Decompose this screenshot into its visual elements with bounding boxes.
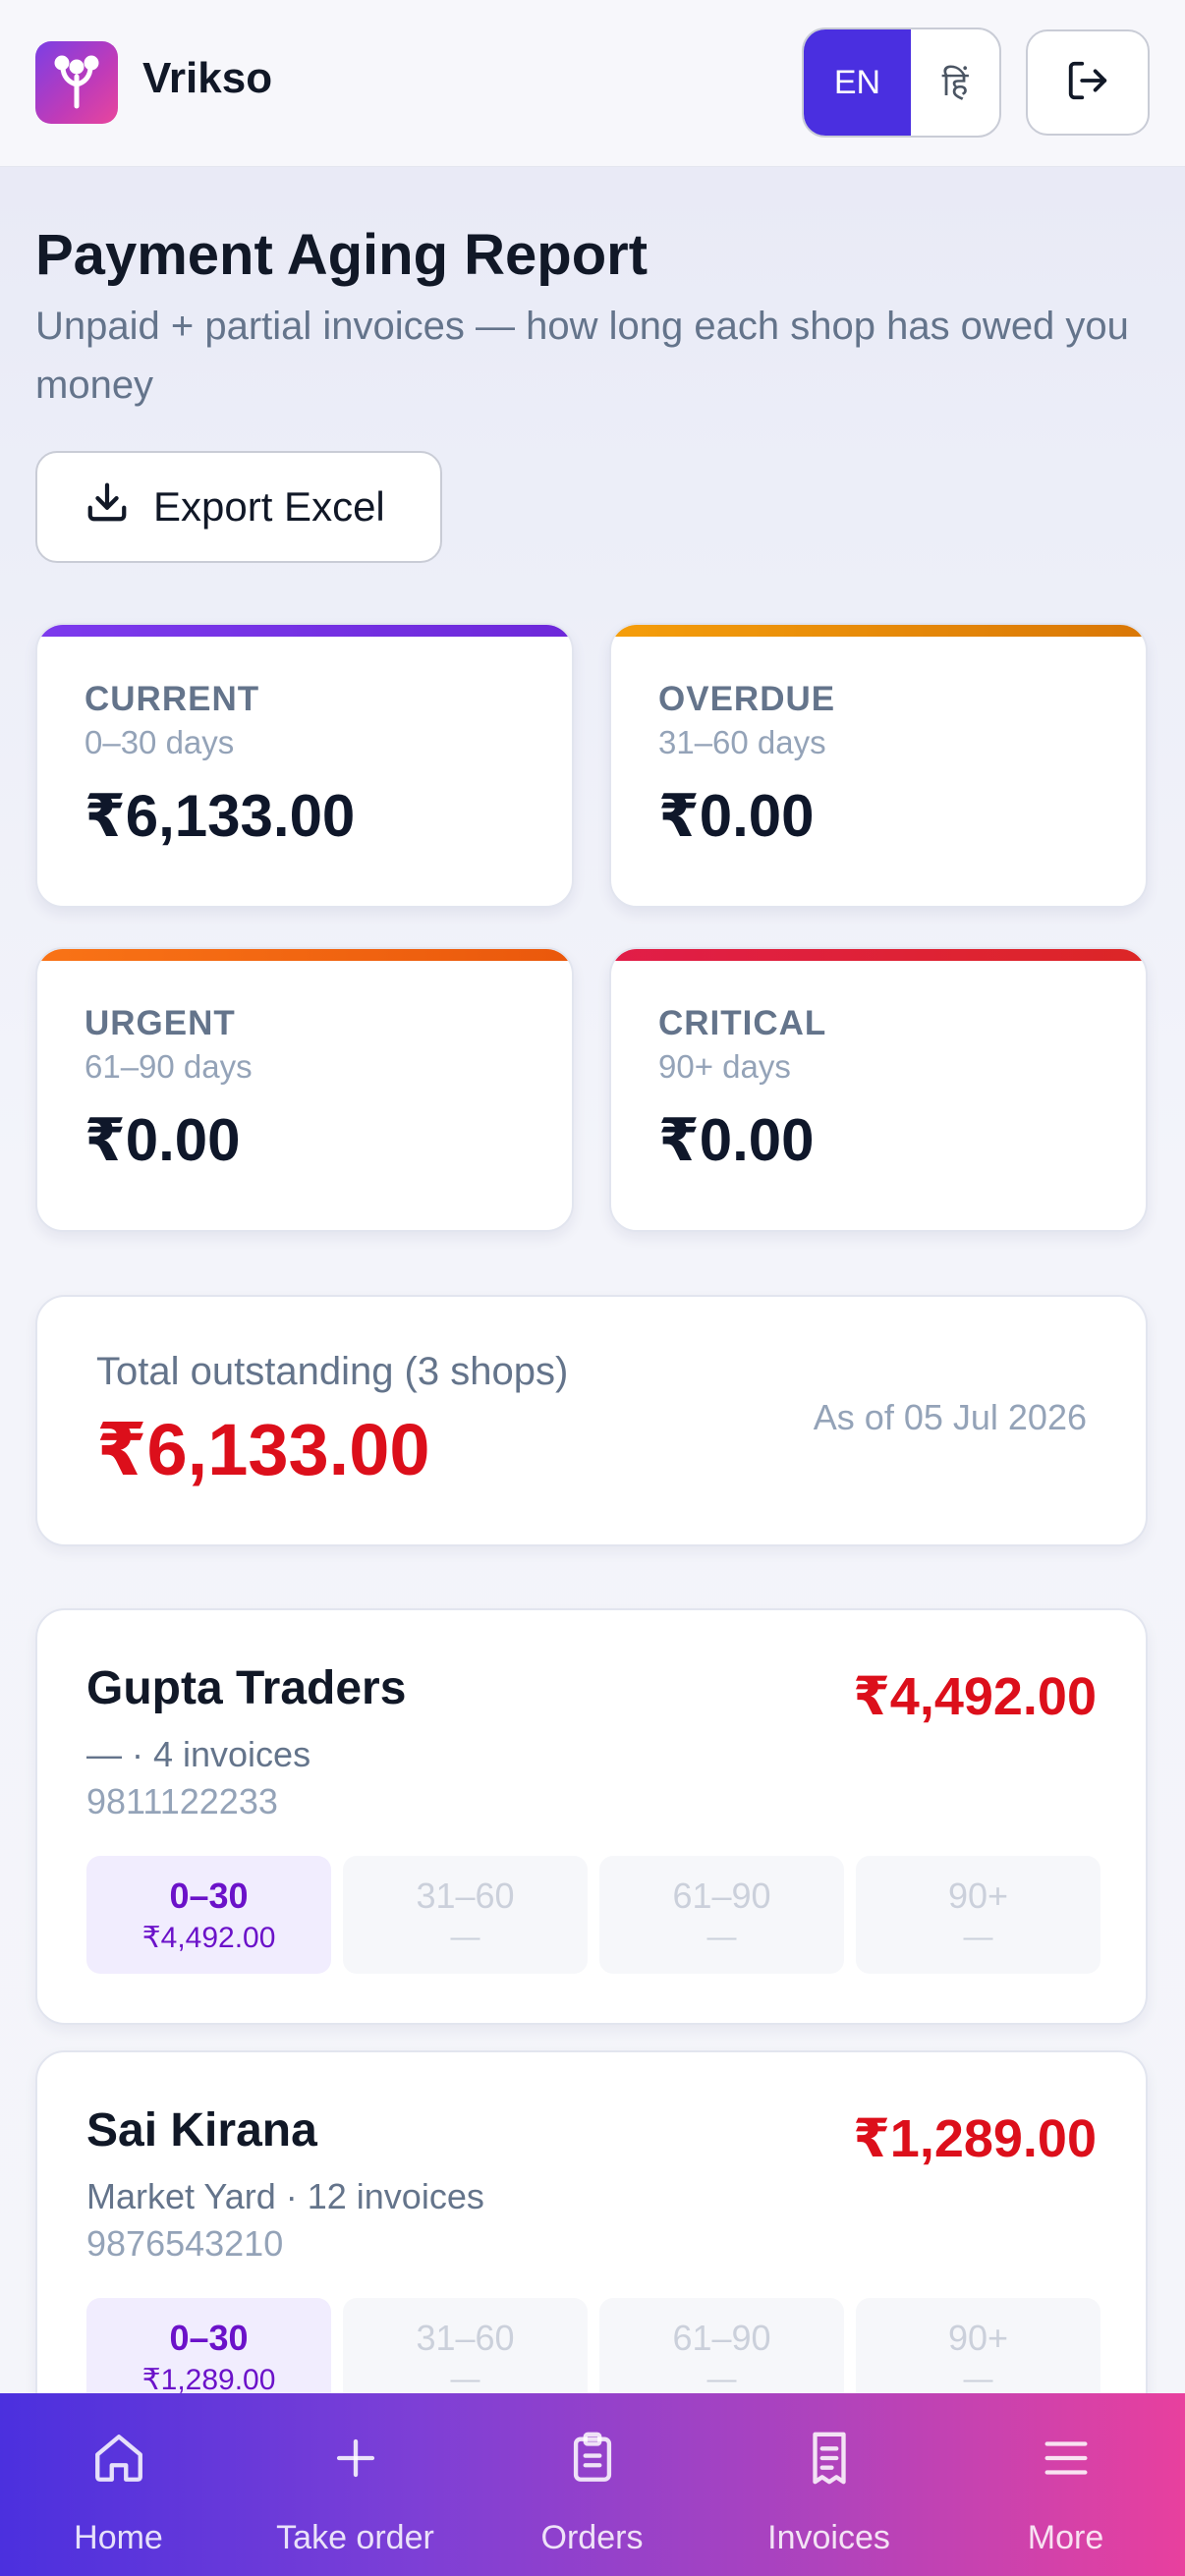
bucket-amount: ₹0.00 [85,1107,241,1173]
nav-label: Orders [540,2519,644,2556]
aging-breakdown: 0–30 ₹4,492.00 31–60 — 61–90 — 90+ — [86,1856,1100,1974]
aging-cell-90-plus: 90+ — [856,1856,1100,1974]
lang-hi-button[interactable]: हिं [911,29,999,136]
lang-en-button[interactable]: EN [804,29,911,136]
aging-cell-title: 90+ [947,1876,1009,1916]
aging-cell-value: ₹1,289.00 [141,2363,276,2396]
aging-cell-value: — [706,2363,737,2395]
shop-card[interactable]: Gupta Traders ₹4,492.00 — · 4 invoices 9… [35,1608,1148,2025]
aging-cell-value: — [963,1921,993,1953]
shop-name: Sai Kirana [86,2104,317,2156]
home-icon [87,2427,150,2490]
export-excel-label: Export Excel [153,483,385,530]
download-icon [85,479,130,534]
nav-label: More [1027,2519,1104,2556]
bucket-amount: ₹0.00 [658,783,815,849]
nav-label: Home [74,2519,163,2556]
bucket-range: 90+ days [658,1048,791,1085]
aging-cell-title: 61–90 [672,1876,771,1916]
nav-item-orders[interactable]: Orders [474,2393,710,2576]
bucket-card-overdue: OVERDUE 31–60 days ₹0.00 [609,623,1148,908]
plus-icon [324,2427,387,2490]
aging-cell-title: 31–60 [416,1876,515,1916]
logout-icon [1065,58,1110,108]
as-of-date: As of 05 Jul 2026 [813,1397,1087,1437]
bucket-color-bar [37,625,572,637]
menu-icon [1035,2427,1098,2490]
bucket-amount: ₹0.00 [658,1107,815,1173]
export-excel-button[interactable]: Export Excel [35,451,442,563]
shop-meta: Market Yard · 12 invoices [86,2176,484,2216]
aging-cell-0-30: 0–30 ₹4,492.00 [86,1856,331,1974]
shop-meta: — · 4 invoices [86,1734,311,1774]
shop-outstanding-amount: ₹4,492.00 [853,1667,1097,1726]
app-name: Vrikso [142,54,273,102]
bucket-range: 61–90 days [85,1048,253,1085]
aging-cell-31-60: 31–60 — [343,1856,588,1974]
aging-cell-title: 0–30 [169,1875,249,1916]
nav-item-more[interactable]: More [947,2393,1184,2576]
total-outstanding-amount: ₹6,133.00 [96,1409,430,1490]
bucket-range: 0–30 days [85,724,235,760]
aging-cell-title: 0–30 [169,2317,249,2358]
bucket-amount: ₹6,133.00 [85,783,356,849]
aging-cell-title: 31–60 [416,2318,515,2358]
aging-cell-value: — [706,1921,737,1953]
bucket-range: 31–60 days [658,724,826,760]
aging-cell-value: — [450,1921,480,1953]
bucket-label: CURRENT [85,680,260,718]
aging-cell-61-90: 61–90 — [599,1856,844,1974]
nav-item-home[interactable]: Home [0,2393,237,2576]
nav-item-invoices[interactable]: Invoices [710,2393,947,2576]
tree-icon[interactable] [35,41,118,124]
bucket-color-bar [611,625,1146,637]
bucket-label: OVERDUE [658,680,836,718]
logout-button[interactable] [1026,29,1150,136]
language-toggle: EN हिं [802,28,1001,138]
app-header: Vrikso EN हिं [0,0,1185,167]
shop-phone: 9876543210 [86,2223,284,2264]
clipboard-icon [561,2427,624,2490]
nav-label: Invoices [767,2519,890,2556]
shop-phone: 9811122233 [86,1781,278,1821]
page-title: Payment Aging Report [35,223,649,287]
bottom-nav: Home Take order Orders Invoices More [0,2393,1185,2576]
aging-cell-title: 61–90 [672,2318,771,2358]
aging-cell-value: — [450,2363,480,2395]
nav-item-take-order[interactable]: Take order [237,2393,474,2576]
bucket-label: CRITICAL [658,1004,827,1042]
total-outstanding-card: Total outstanding (3 shops) ₹6,133.00 As… [35,1295,1148,1546]
bucket-card-current: CURRENT 0–30 days ₹6,133.00 [35,623,574,908]
total-outstanding-label: Total outstanding (3 shops) [96,1350,569,1393]
shop-outstanding-amount: ₹1,289.00 [853,2109,1097,2168]
bucket-color-bar [37,949,572,961]
shop-name: Gupta Traders [86,1662,407,1714]
aging-cell-title: 90+ [947,2318,1009,2358]
aging-cell-value: ₹4,492.00 [141,1921,276,1954]
bucket-card-urgent: URGENT 61–90 days ₹0.00 [35,947,574,1232]
bucket-card-critical: CRITICAL 90+ days ₹0.00 [609,947,1148,1232]
nav-label: Take order [276,2519,434,2556]
receipt-icon [798,2427,861,2490]
bucket-label: URGENT [85,1004,236,1042]
page-subtitle: Unpaid + partial invoices — how long eac… [35,305,1129,407]
aging-cell-value: — [963,2363,993,2395]
bucket-color-bar [611,949,1146,961]
